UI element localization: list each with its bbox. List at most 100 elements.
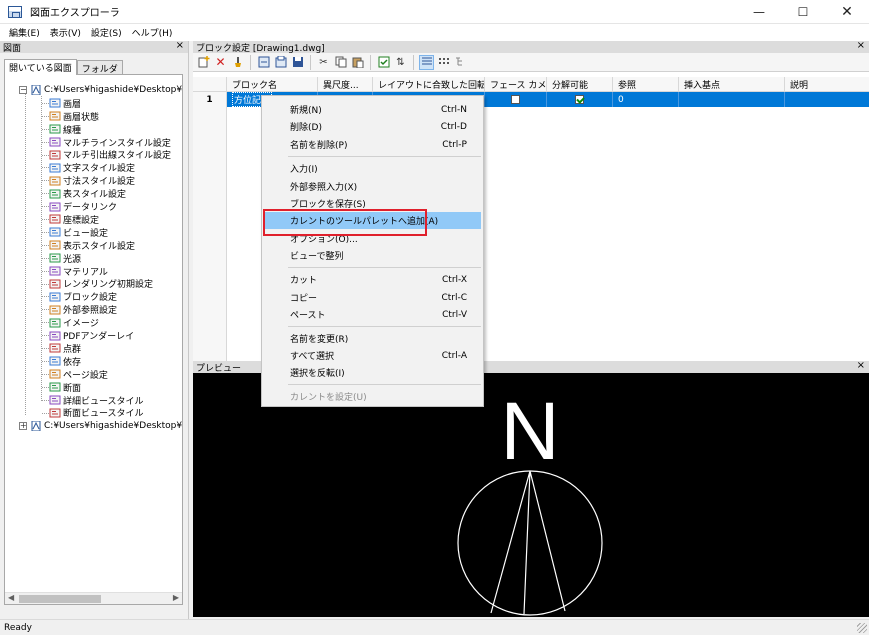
drawing-file-icon xyxy=(30,84,42,96)
minimize-button[interactable]: — xyxy=(737,0,781,24)
purge-icon[interactable] xyxy=(230,55,245,70)
context-menu-item[interactable]: 外部参照入力(X) xyxy=(264,178,481,195)
paste-icon[interactable] xyxy=(350,55,365,70)
icon-view-icon[interactable] xyxy=(436,55,451,70)
tab-folders[interactable]: フォルダ xyxy=(76,60,123,75)
context-menu-item[interactable]: 名前を変更(R) xyxy=(264,330,481,347)
col-insertion-base[interactable]: 挿入基点 xyxy=(679,77,785,92)
set-current-icon[interactable] xyxy=(376,55,391,70)
cut-icon[interactable]: ✂ xyxy=(316,55,331,70)
tree-item[interactable]: 寸法スタイル設定 xyxy=(49,174,135,187)
tree-root-drawing1[interactable]: − C:¥Users¥higashide¥Desktop¥D xyxy=(19,84,182,97)
scroll-right-icon[interactable]: ▶ xyxy=(173,593,179,602)
tree-item[interactable]: ブロック設定 xyxy=(49,290,117,303)
tree-item[interactable]: 断面ビュースタイル xyxy=(49,407,144,419)
resize-grip[interactable] xyxy=(857,623,867,633)
context-menu-shortcut: Ctrl-D xyxy=(440,121,467,132)
cell-explodable[interactable] xyxy=(547,92,613,107)
scroll-left-icon[interactable]: ◀ xyxy=(8,593,14,602)
tree-item[interactable]: 画層 xyxy=(49,97,81,110)
list-view-icon[interactable] xyxy=(419,54,434,70)
context-menu-item[interactable]: 名前を削除(P) Ctrl-P xyxy=(264,136,481,153)
tree-item[interactable]: マテリアル xyxy=(49,265,108,278)
copy-icon[interactable] xyxy=(333,55,348,70)
tree-item[interactable]: 座標設定 xyxy=(49,213,99,226)
face-camera-checkbox[interactable] xyxy=(511,95,520,104)
tree-horizontal-scrollbar[interactable]: ◀ ▶ xyxy=(5,592,182,604)
menu-help[interactable]: ヘルプ(H) xyxy=(127,26,178,39)
cell-description[interactable] xyxy=(785,92,869,107)
context-menu-item[interactable]: 削除(D) Ctrl-D xyxy=(264,118,481,135)
menu-settings[interactable]: 設定(S) xyxy=(86,26,127,39)
tree-item[interactable]: 依存 xyxy=(49,355,81,368)
tree-item[interactable]: 光源 xyxy=(49,252,81,265)
import-icon[interactable] xyxy=(256,55,271,70)
tree-item-label: 外部参照設定 xyxy=(63,306,118,317)
tree-item[interactable]: ページ設定 xyxy=(49,368,108,381)
tree-root-drawing2[interactable]: + C:¥Users¥higashide¥Desktop¥5 xyxy=(19,419,182,432)
table-style-icon xyxy=(49,189,61,199)
menu-view[interactable]: 表示(V) xyxy=(45,26,86,39)
context-menu-item[interactable]: カレントのツールパレットへ追加(A) xyxy=(264,212,481,229)
delete-icon[interactable]: ✕ xyxy=(213,55,228,70)
save-block-icon[interactable] xyxy=(290,55,305,70)
tree-item[interactable]: 画層状態 xyxy=(49,110,99,123)
collapse-icon[interactable]: − xyxy=(19,86,27,95)
tree-item[interactable]: 外部参照設定 xyxy=(49,303,117,316)
xref-icon xyxy=(49,305,61,315)
close-button[interactable]: ✕ xyxy=(825,0,869,24)
expand-icon[interactable]: + xyxy=(19,421,27,430)
block-panel-close-icon[interactable]: × xyxy=(857,40,865,51)
context-menu-item[interactable]: すべて選択 Ctrl-A xyxy=(264,347,481,364)
explodable-checkbox[interactable] xyxy=(575,95,584,104)
context-menu-item[interactable]: ビューで整列 xyxy=(264,247,481,264)
menu-edit[interactable]: 編集(E) xyxy=(4,26,45,39)
tree-item[interactable]: レンダリング初期設定 xyxy=(49,278,153,290)
context-menu-item[interactable]: オプション(O)... xyxy=(264,230,481,247)
tree-item[interactable]: イメージ xyxy=(49,316,99,329)
tree-item[interactable]: 表スタイル設定 xyxy=(49,187,126,200)
drawings-panel-close-icon[interactable]: × xyxy=(176,40,184,51)
context-menu-item[interactable]: 入力(I) xyxy=(264,160,481,177)
tree-item[interactable]: 断面 xyxy=(49,381,81,394)
context-menu-item[interactable]: 選択を反転(I) xyxy=(264,364,481,381)
xref-import-icon[interactable] xyxy=(273,55,288,70)
cell-face-camera[interactable] xyxy=(485,92,547,107)
col-match-layout-rotation[interactable]: レイアウトに合致した回転 xyxy=(373,77,485,92)
context-menu-item[interactable]: コピー Ctrl-C xyxy=(264,289,481,306)
refresh-icon[interactable]: ⇅ xyxy=(393,55,408,70)
col-face-camera[interactable]: フェース カメラ xyxy=(485,77,547,92)
context-menu-item[interactable]: ブロックを保存(S) xyxy=(264,195,481,212)
tree-item[interactable]: マルチラインスタイル設定 xyxy=(49,136,171,149)
tab-open-drawings[interactable]: 開いている図面 xyxy=(4,59,77,75)
tree-item[interactable]: 点群 xyxy=(49,342,81,355)
context-menu: 新規(N) Ctrl-N 削除(D) Ctrl-D 名前を削除(P) Ctrl-P 入力(I… xyxy=(261,95,484,407)
drawings-panel-title-text: 図面 xyxy=(3,43,22,54)
col-explodable[interactable]: 分解可能 xyxy=(547,77,613,92)
tree-view-icon[interactable] xyxy=(453,55,468,70)
tree-item[interactable]: マルチ引出線スタイル設定 xyxy=(49,149,171,161)
tree-item-label: イメージ xyxy=(63,319,99,330)
scroll-thumb[interactable] xyxy=(19,595,101,603)
tree-item[interactable]: 文字スタイル設定 xyxy=(49,161,135,174)
context-menu-shortcut: Ctrl-A xyxy=(441,350,467,361)
col-block-name[interactable]: ブロック名 xyxy=(227,77,318,92)
context-menu-item[interactable]: カット Ctrl-X xyxy=(264,271,481,288)
new-block-icon[interactable] xyxy=(196,55,211,70)
tree-item[interactable]: PDFアンダーレイ xyxy=(49,329,134,342)
context-menu-item[interactable]: 新規(N) Ctrl-N xyxy=(264,101,481,118)
tree-item[interactable]: データリンク xyxy=(49,200,117,213)
cell-insertion-base[interactable] xyxy=(679,92,785,107)
tree-item[interactable]: 表示スタイル設定 xyxy=(49,239,135,252)
col-description[interactable]: 説明 xyxy=(785,77,869,92)
context-menu-item[interactable]: ペースト Ctrl-V xyxy=(264,306,481,323)
tree-item[interactable]: 線種 xyxy=(49,123,81,136)
tree-item[interactable]: ビュー設定 xyxy=(49,226,108,239)
tree-item-label: 断面 xyxy=(63,383,82,394)
maximize-button[interactable]: ☐ xyxy=(781,0,825,24)
col-annotative[interactable]: 異尺度... xyxy=(318,77,373,92)
drawings-tabs: 開いている図面 フォルダ xyxy=(4,59,123,75)
col-references[interactable]: 参照 xyxy=(613,77,679,92)
tree-item[interactable]: 詳細ビュースタイル xyxy=(49,394,144,407)
preview-close-icon[interactable]: × xyxy=(857,360,865,371)
